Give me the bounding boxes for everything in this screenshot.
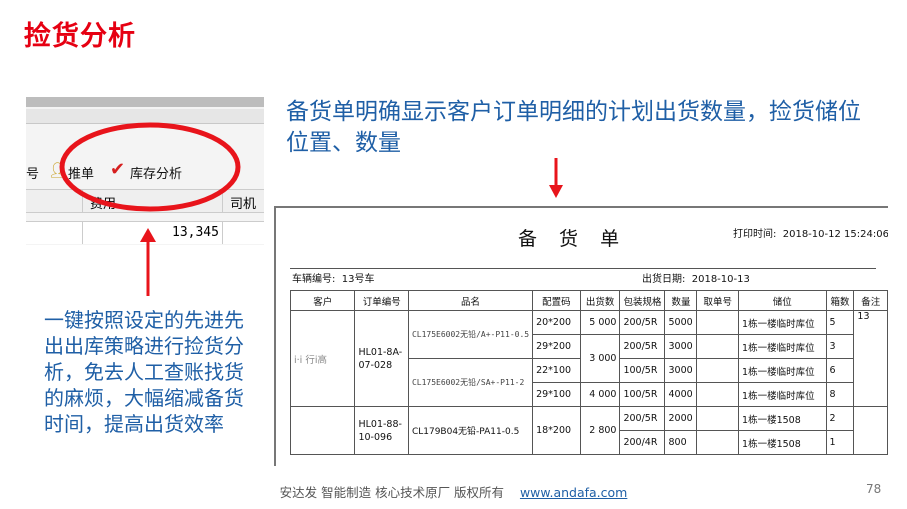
- table-header: 备注: [853, 290, 888, 311]
- arrow-down-head: [549, 185, 563, 198]
- qty-cell: 3000: [664, 358, 698, 383]
- items-table: 客户 订单编号 品名 配置码 出货数 包装规格 数量 取单号 储位 箱数 备注 …: [289, 290, 888, 455]
- pack-cell: 100/5R: [619, 382, 666, 407]
- table-header: 数量: [664, 290, 698, 311]
- note-cell: [853, 406, 888, 455]
- arrow-up-head: [140, 228, 156, 242]
- location-cell: 1栋一楼1508: [738, 430, 827, 455]
- caption-text: 备货单明确显示客户订单明细的计划出货数量，捡货储位位置、数量: [286, 99, 861, 156]
- product-cell: CL179B04无铅-PA11-0.5: [407, 406, 534, 455]
- pick-no-cell: [696, 406, 740, 431]
- page-number: 78: [866, 482, 882, 496]
- qty-cell: 4000: [664, 382, 698, 407]
- table-header: 订单编号: [354, 290, 409, 311]
- code-cell: 29*200: [532, 334, 581, 359]
- box-cell: 3: [825, 334, 855, 359]
- qty-cell: 5000: [664, 310, 698, 335]
- table-header: 包装规格: [619, 290, 666, 311]
- table-header: 品名: [407, 290, 534, 311]
- code-cell: 18*200: [532, 406, 581, 455]
- product-cell: CL175E6002无铅/A+-P11-0.5: [407, 310, 534, 359]
- footer-link[interactable]: www.andafa.com: [520, 485, 627, 500]
- qty-cell: 3000: [664, 334, 698, 359]
- footer-text: 安达发 智能制造 核心技术原厂 版权所有: [279, 485, 505, 500]
- highlight-ellipse: [59, 122, 241, 212]
- ship-qty-cell: 2 800: [579, 406, 621, 455]
- pack-cell: 200/4R: [619, 430, 666, 455]
- print-time: 打印时间: 2018-10-12 15:24:06: [733, 229, 888, 240]
- pick-no-cell: [696, 358, 740, 383]
- table-header: 客户: [289, 290, 356, 311]
- pick-no-cell: [696, 310, 740, 335]
- ship-date-info: 出货日期: 2018-10-13: [642, 274, 750, 285]
- footer: 安达发 智能制造 核心技术原厂 版权所有 www.andafa.com: [0, 482, 907, 501]
- qty-cell: 2000: [664, 406, 698, 431]
- customer-cell: i·i 行i高: [289, 310, 356, 407]
- table-row: HL01-88-10-096 CL179B04无铅-PA11-0.5 18*20…: [289, 406, 888, 455]
- location-cell: 1栋一楼临时库位: [738, 358, 827, 383]
- document-title: 备 货 单: [518, 228, 628, 250]
- box-cell: 1: [825, 430, 855, 455]
- location-cell: 1栋一楼临时库位: [738, 382, 827, 407]
- description-text: 一键按照设定的先进先出出库策略进行捡货分析，免去人工查账找货的麻烦，大幅缩减备货…: [44, 308, 244, 436]
- code-cell: 20*200: [532, 310, 581, 335]
- customer-cell: [289, 406, 356, 455]
- box-cell: 6: [825, 358, 855, 383]
- ship-qty-cell: 5 000: [579, 310, 621, 335]
- code-cell: 22*100: [532, 358, 581, 383]
- pick-no-cell: [696, 334, 740, 359]
- pack-cell: 100/5R: [619, 358, 666, 383]
- header-divider: [290, 268, 876, 269]
- product-cell: CL175E6002无铅/SA+-P11-2: [407, 358, 534, 407]
- table-header: 配置码: [532, 290, 581, 311]
- pack-cell: 200/5R: [619, 310, 666, 335]
- pick-no-cell: [696, 382, 740, 407]
- order-id-cell: HL01-8A-07-028: [354, 310, 409, 407]
- pick-no-cell: [696, 430, 740, 455]
- table-header: 取单号: [696, 290, 740, 311]
- box-cell: 5: [825, 310, 855, 335]
- table-header-row: 客户 订单编号 品名 配置码 出货数 包装规格 数量 取单号 储位 箱数 备注: [289, 290, 888, 311]
- table-header: 箱数: [825, 290, 855, 311]
- order-id-cell: HL01-88-10-096: [354, 406, 409, 455]
- picking-list-document: 备 货 单 打印时间: 2018-10-12 15:24:06 车辆编号: 13…: [274, 206, 888, 466]
- table-header: 储位: [738, 290, 827, 311]
- box-cell: 8: [825, 382, 855, 407]
- box-cell: 2: [825, 406, 855, 431]
- ship-qty-cell: 3 000: [579, 334, 621, 383]
- vehicle-info: 车辆编号: 13号车: [292, 274, 375, 285]
- pack-cell: 200/5R: [619, 406, 666, 431]
- table-row: i·i 行i高 HL01-8A-07-028 CL175E6002无铅/A+-P…: [289, 310, 888, 407]
- qty-cell: 800: [664, 430, 698, 455]
- location-cell: 1栋一楼1508: [738, 406, 827, 431]
- table-header: 出货数: [579, 290, 621, 311]
- location-cell: 1栋一楼临时库位: [738, 310, 827, 335]
- code-cell: 29*100: [532, 382, 581, 407]
- pack-cell: 200/5R: [619, 334, 666, 359]
- ship-qty-cell: 4 000: [579, 382, 621, 407]
- note-cell: 13: [853, 310, 888, 407]
- location-cell: 1栋一楼临时库位: [738, 334, 827, 359]
